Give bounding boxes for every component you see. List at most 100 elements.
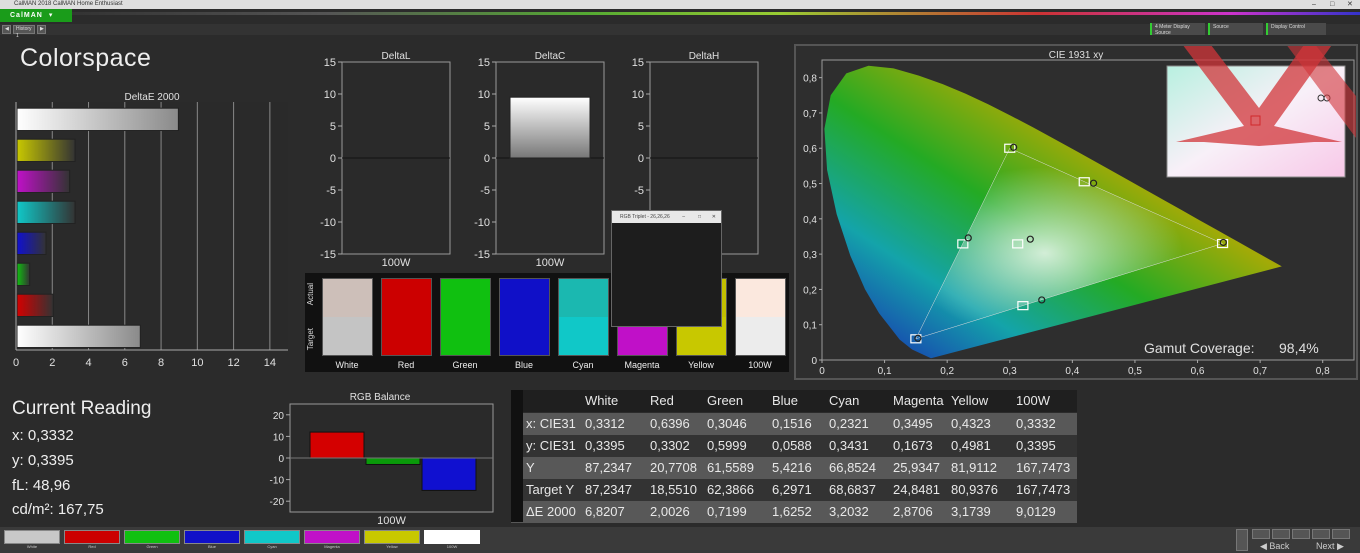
patch-button-yellow[interactable] xyxy=(364,530,420,544)
y-tick-label: 0 xyxy=(811,356,817,367)
rgb-balance-bar-2 xyxy=(421,457,477,491)
tab-meter[interactable]: 4 Meter Display Source xyxy=(1150,23,1205,36)
y-tick-label: 0,6 xyxy=(803,144,817,155)
table-cell: 0,0588 xyxy=(772,438,812,453)
patch-label: Red xyxy=(88,544,96,549)
toolbar-button-3[interactable] xyxy=(1292,529,1310,539)
table-cell: 0,2321 xyxy=(829,416,869,431)
reading-x: x: 0,3332 xyxy=(12,427,74,444)
patch-label: Blue xyxy=(207,544,216,549)
patch-button-magenta[interactable] xyxy=(304,530,360,544)
forward-arrow-icon[interactable]: ▶ xyxy=(37,25,46,34)
x-tick-label: 0,7 xyxy=(1253,366,1267,377)
x-category-label: 100W xyxy=(382,257,411,268)
tab-display-control[interactable]: Display Control xyxy=(1266,23,1326,35)
patch-button-red[interactable] xyxy=(64,530,120,544)
back-icon: ◀ xyxy=(1260,541,1270,551)
patch-button-blue[interactable] xyxy=(184,530,240,544)
patch-label: Cyan xyxy=(267,544,277,549)
table-cell: 81,9112 xyxy=(951,460,998,475)
next-button[interactable]: Next ▶ xyxy=(1316,541,1344,552)
table-cell: White xyxy=(585,393,619,408)
back-button[interactable]: ◀ Back xyxy=(1260,541,1289,552)
maximize-icon[interactable]: □ xyxy=(698,211,701,223)
measurement-table: White Red Green Blue Cyan Magenta Yellow 100W x:… xyxy=(511,390,1077,523)
minimize-icon[interactable]: – xyxy=(682,211,685,223)
app-logo[interactable]: CalMAN ▾ xyxy=(0,9,72,22)
chart-title: RGB Balance xyxy=(350,392,411,403)
back-arrow-icon[interactable]: ◀ xyxy=(2,25,11,34)
table-cell: 0,1673 xyxy=(893,438,933,453)
bar-100w xyxy=(509,96,591,159)
y-tick-label: -5 xyxy=(480,185,490,197)
toolbar-button-1[interactable] xyxy=(1252,529,1270,539)
patch-button-100w[interactable] xyxy=(424,530,480,544)
gamut-coverage-value: 98,4% xyxy=(1279,340,1319,356)
x-category-label: 100W xyxy=(377,515,406,526)
table-row: ΔE 2000 6,8207 2,0026 0,7199 1,6252 3,2032 2,8… xyxy=(511,501,1077,523)
toolbar-button-2[interactable] xyxy=(1272,529,1290,539)
patch-button-green[interactable] xyxy=(124,530,180,544)
y-tick-label: 20 xyxy=(273,411,285,422)
y-tick-label: -15 xyxy=(320,249,336,261)
table-cell: 3,1739 xyxy=(951,504,991,519)
y-tick-label: -10 xyxy=(270,476,285,487)
table-cell: 0,6396 xyxy=(650,416,690,431)
window-title: CalMAN 2018 CalMAN Home Enthusiast xyxy=(14,1,123,7)
table-row: y: CIE31 0,3395 0,3302 0,5999 0,0588 0,3431 0,… xyxy=(511,435,1077,457)
gamut-coverage-label: Gamut Coverage: xyxy=(1144,340,1255,356)
x-tick-label: 0,6 xyxy=(1191,366,1205,377)
y-tick-label: 0,8 xyxy=(803,74,817,85)
table-cell: 0,3312 xyxy=(585,416,625,431)
chart-title: DeltaL xyxy=(382,51,411,62)
table-cell: 0,3495 xyxy=(893,416,933,431)
workflow-progress-strip xyxy=(72,12,1360,15)
x-tick-label: 0,3 xyxy=(1003,366,1017,377)
swatch-white xyxy=(322,278,373,356)
tab-source[interactable]: Source xyxy=(1208,23,1263,35)
close-icon[interactable]: ✕ xyxy=(1347,0,1353,9)
y-tick-label: 0 xyxy=(484,153,490,165)
table-cell: Cyan xyxy=(829,393,860,408)
next-icon: ▶ xyxy=(1334,541,1344,551)
page-title: Colorspace xyxy=(20,44,152,72)
swatch-label: Cyan xyxy=(572,360,594,370)
y-tick-label: 5 xyxy=(638,121,644,133)
popup-titlebar[interactable]: RGB Triplet - 26,26,26 – □ ✕ xyxy=(612,211,721,223)
stop-icon[interactable] xyxy=(1236,529,1248,551)
patch-button-white[interactable] xyxy=(4,530,60,544)
table-header: White Red Green Blue Cyan Magenta Yellow 100W xyxy=(511,390,1077,412)
table-cell: 6,8207 xyxy=(585,504,625,519)
current-reading-title: Current Reading xyxy=(12,398,152,419)
chart-title: DeltaC xyxy=(535,51,566,62)
x-tick-label: 10 xyxy=(191,357,203,369)
table-cell: 5,4216 xyxy=(772,460,812,475)
bar-green xyxy=(16,262,31,287)
table-cell: y: CIE31 xyxy=(526,438,576,453)
toolbar-button-5[interactable] xyxy=(1332,529,1350,539)
table-cell: 87,2347 xyxy=(585,482,632,497)
close-icon[interactable]: ✕ xyxy=(712,211,716,223)
swatch-label: Yellow xyxy=(688,360,714,370)
tab-history[interactable]: History 1 xyxy=(13,25,35,39)
swatch-cyan xyxy=(558,278,609,356)
table-row: Y 87,2347 20,7708 61,5589 5,4216 66,8524 25,93… xyxy=(511,457,1077,479)
table-cell: Y xyxy=(526,460,535,475)
x-tick-label: 2 xyxy=(49,357,55,369)
rgb-triplet-popup[interactable]: RGB Triplet - 26,26,26 – □ ✕ xyxy=(611,210,722,327)
y-tick-label: 0 xyxy=(278,454,284,465)
table-cell: Green xyxy=(707,393,744,408)
minimize-icon[interactable]: – xyxy=(1312,0,1316,9)
swatch-red xyxy=(381,278,432,356)
table-row: x: CIE31 0,3312 0,6396 0,3046 0,1516 0,2321 0,… xyxy=(511,413,1077,435)
swatch-blue xyxy=(499,278,550,356)
swatch-green xyxy=(440,278,491,356)
toolbar-button-4[interactable] xyxy=(1312,529,1330,539)
table-cell: x: CIE31 xyxy=(526,416,576,431)
swatch-label: Magenta xyxy=(624,360,660,370)
x-tick-label: 0,1 xyxy=(878,366,892,377)
bar-magenta xyxy=(16,169,71,194)
patch-button-cyan[interactable] xyxy=(244,530,300,544)
maximize-icon[interactable]: □ xyxy=(1330,0,1334,9)
table-row: Target Y 87,2347 18,5510 62,3866 6,2971 68,68… xyxy=(511,479,1077,501)
